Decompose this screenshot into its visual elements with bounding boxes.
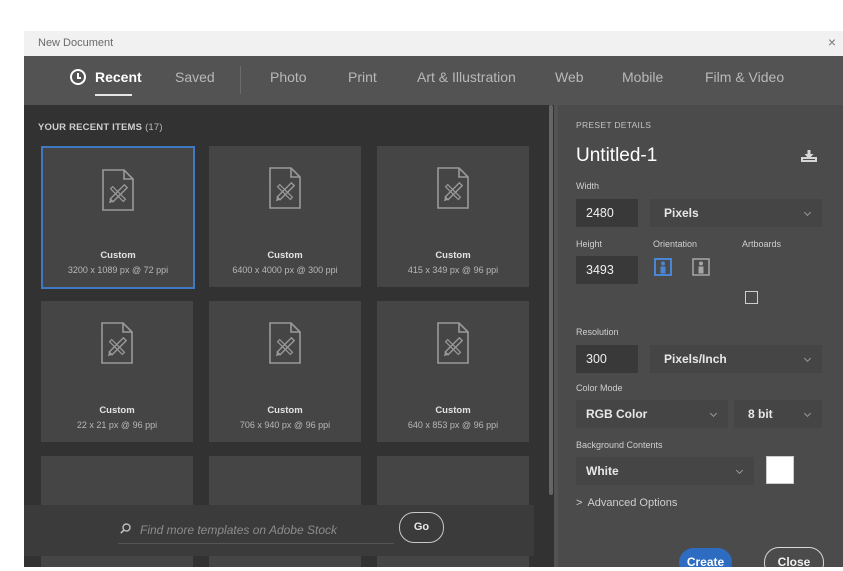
artboards-checkbox[interactable] — [745, 291, 758, 304]
document-pencil-icon — [101, 322, 133, 364]
height-label: Height — [576, 239, 603, 249]
background-color-swatch[interactable] — [766, 456, 794, 484]
recent-item-name: Custom — [435, 405, 471, 416]
recent-item-card[interactable]: Custom 22 x 21 px @ 96 ppi — [41, 301, 193, 442]
recent-item-dimensions: 3200 x 1089 px @ 72 ppi — [67, 265, 169, 275]
width-value: 2480 — [586, 206, 614, 220]
search-icon — [120, 523, 131, 534]
width-unit-select[interactable]: Pixels — [650, 199, 822, 227]
chevron-down-icon — [803, 409, 812, 418]
chevron-down-icon — [803, 354, 812, 363]
recent-item-name: Custom — [435, 250, 471, 261]
recent-item-dimensions: 640 x 853 px @ 96 ppi — [407, 420, 499, 430]
preset-details-heading: PRESET DETAILS — [576, 120, 652, 130]
resolution-value: 300 — [586, 352, 607, 366]
scrollbar[interactable] — [549, 105, 553, 495]
tab-recent-label: Recent — [95, 69, 142, 85]
document-pencil-icon — [269, 322, 301, 364]
advanced-options-label: Advanced Options — [587, 497, 678, 509]
advanced-options-toggle[interactable]: > Advanced Options — [576, 497, 677, 509]
tab-saved[interactable]: Saved — [175, 69, 215, 85]
recent-item-dimensions: 6400 x 4000 px @ 300 ppi — [232, 265, 338, 275]
recent-item-card[interactable]: Custom 415 x 349 px @ 96 ppi — [377, 146, 529, 287]
tab-recent[interactable]: Recent — [70, 69, 142, 85]
recent-items-heading: YOUR RECENT ITEMS (17) — [38, 122, 163, 133]
tab-divider — [240, 66, 241, 94]
tab-print[interactable]: Print — [348, 69, 377, 85]
document-pencil-icon — [437, 167, 469, 209]
save-preset-icon[interactable] — [800, 149, 818, 163]
dialog-title: New Document — [38, 37, 114, 49]
tab-art-illustration[interactable]: Art & Illustration — [417, 69, 516, 85]
active-tab-indicator — [95, 94, 132, 96]
tab-film-video[interactable]: Film & Video — [705, 69, 784, 85]
recent-item-dimensions: 706 x 940 px @ 96 ppi — [239, 420, 331, 430]
recent-item-card[interactable]: Custom 640 x 853 px @ 96 ppi — [377, 301, 529, 442]
bit-depth-value: 8 bit — [748, 407, 773, 421]
width-label: Width — [576, 181, 600, 191]
tab-mobile[interactable]: Mobile — [622, 69, 663, 85]
document-name-field[interactable]: Untitled-1 — [576, 145, 657, 167]
resolution-unit-value: Pixels/Inch — [664, 352, 727, 366]
close-button[interactable]: Close — [764, 547, 824, 567]
search-underline — [118, 543, 394, 544]
recent-item-dimensions: 22 x 21 px @ 96 ppi — [76, 420, 158, 430]
chevron-down-icon — [709, 409, 718, 418]
chevron-down-icon — [803, 208, 812, 217]
recent-item-card[interactable]: Custom 6400 x 4000 px @ 300 ppi — [209, 146, 361, 287]
recent-item-name: Custom — [267, 405, 303, 416]
resolution-field[interactable]: 300 — [576, 345, 638, 373]
recent-items-panel: YOUR RECENT ITEMS (17) Custom 3200 x 1089… — [24, 105, 554, 567]
orientation-label: Orientation — [653, 239, 698, 249]
tab-web[interactable]: Web — [555, 69, 584, 85]
color-mode-select[interactable]: RGB Color — [576, 400, 728, 428]
bit-depth-select[interactable]: 8 bit — [734, 400, 822, 428]
document-pencil-icon — [269, 167, 301, 209]
clock-icon — [70, 69, 86, 85]
portrait-orientation-icon[interactable] — [654, 258, 672, 276]
recent-item-dimensions: 415 x 349 px @ 96 ppi — [407, 265, 499, 275]
tab-photo[interactable]: Photo — [270, 69, 307, 85]
chevron-down-icon — [735, 466, 744, 475]
recent-items-count: (17) — [145, 122, 163, 133]
recent-item-name: Custom — [267, 250, 303, 261]
resolution-unit-select[interactable]: Pixels/Inch — [650, 345, 822, 373]
new-document-dialog: New Document × Recent Saved Photo Print … — [24, 31, 843, 567]
color-mode-label: Color Mode — [576, 383, 623, 393]
search-input[interactable]: Find more templates on Adobe Stock — [140, 523, 337, 537]
width-unit-value: Pixels — [664, 206, 699, 220]
background-contents-value: White — [586, 464, 619, 478]
color-mode-value: RGB Color — [586, 407, 648, 421]
landscape-orientation-icon[interactable] — [692, 258, 710, 276]
document-pencil-icon — [102, 169, 134, 211]
category-tabs: Recent Saved Photo Print Art & Illustrat… — [24, 56, 843, 105]
background-contents-select[interactable]: White — [576, 457, 754, 485]
chevron-right-icon: > — [576, 497, 583, 509]
title-bar: New Document × — [24, 31, 843, 56]
width-field[interactable]: 2480 — [576, 199, 638, 227]
preset-details-panel: PRESET DETAILS Untitled-1 Width 2480 Pix… — [558, 105, 843, 567]
recent-item-card[interactable]: Custom 706 x 940 px @ 96 ppi — [209, 301, 361, 442]
create-button[interactable]: Create — [679, 548, 732, 567]
artboards-label: Artboards — [742, 239, 782, 249]
recent-item-name: Custom — [99, 405, 135, 416]
document-pencil-icon — [437, 322, 469, 364]
stock-search-bar: Find more templates on Adobe Stock Go — [24, 505, 534, 556]
height-field[interactable]: 3493 — [576, 256, 638, 284]
background-contents-label: Background Contents — [576, 440, 663, 450]
recent-item-name: Custom — [100, 250, 136, 261]
close-icon[interactable]: × — [828, 35, 836, 49]
recent-item-card[interactable]: Custom 3200 x 1089 px @ 72 ppi — [41, 146, 195, 289]
recent-items-heading-text: YOUR RECENT ITEMS — [38, 122, 143, 133]
go-button[interactable]: Go — [399, 512, 444, 543]
resolution-label: Resolution — [576, 327, 619, 337]
height-value: 3493 — [586, 263, 614, 277]
